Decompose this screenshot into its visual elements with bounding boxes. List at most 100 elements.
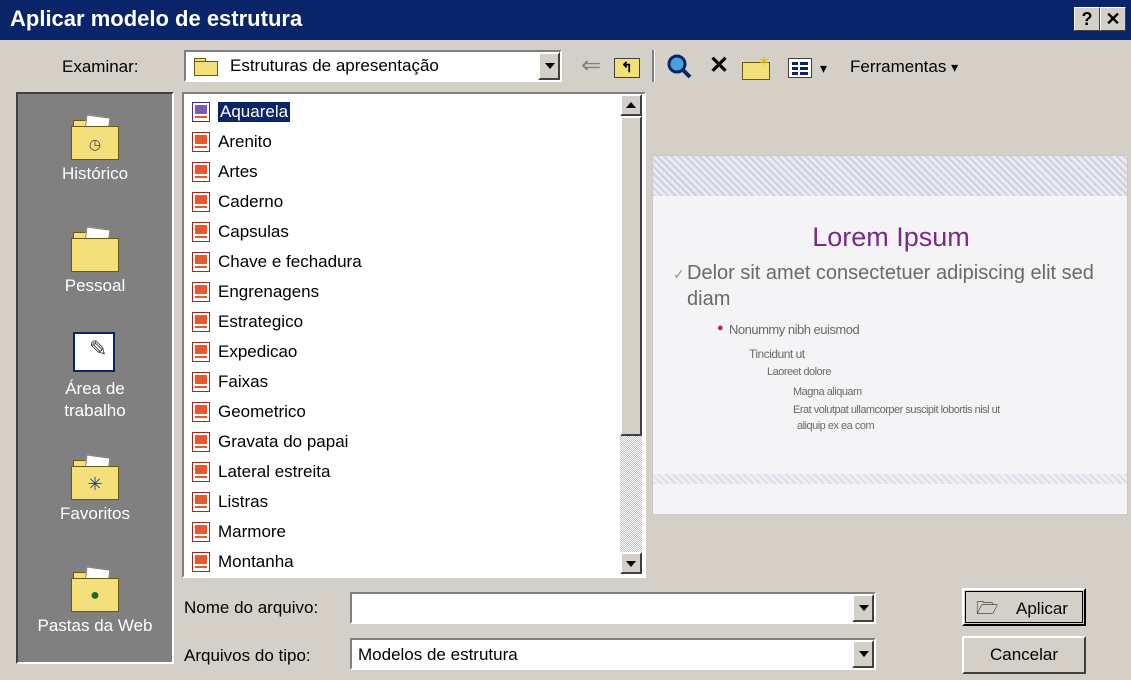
filename-input[interactable] <box>350 592 876 624</box>
file-name: Chave e fechadura <box>218 252 362 271</box>
presentation-template-icon <box>192 312 210 332</box>
filename-dropdown-button[interactable] <box>852 594 874 622</box>
delete-icon[interactable]: ✕ <box>704 52 734 80</box>
scroll-thumb[interactable] <box>620 116 642 436</box>
place-label: Pastas da Web <box>37 616 153 635</box>
place-label: Histórico <box>61 164 129 183</box>
presentation-template-icon <box>192 252 210 272</box>
presentation-template-icon <box>192 462 210 482</box>
file-name: Caderno <box>218 192 284 211</box>
list-item[interactable]: Montanha <box>192 548 294 576</box>
new-folder-icon[interactable]: ✶ <box>740 53 774 81</box>
list-item[interactable]: Expedicao <box>192 338 297 366</box>
folder-icon <box>194 58 218 76</box>
filetype-value: Modelos de estrutura <box>358 645 518 664</box>
presentation-template-icon <box>192 522 210 542</box>
presentation-template-icon <box>192 282 210 302</box>
preview-bottom-band <box>653 474 1127 484</box>
design-preview: Lorem Ipsum ✓ Delor sit amet consectetue… <box>652 155 1128 515</box>
file-name: Montanha <box>218 552 294 571</box>
web-folders-icon: ● <box>71 566 119 612</box>
list-item[interactable]: Estrategico <box>192 308 303 336</box>
places-bar: ◷ Histórico Pessoal ✎ Área de trabalho ✳… <box>16 92 174 664</box>
views-dropdown-arrow-icon[interactable]: ▾ <box>820 60 827 77</box>
scroll-down-button[interactable] <box>620 552 642 574</box>
place-label: Área de trabalho <box>64 379 126 420</box>
list-item[interactable]: Marmore <box>192 518 286 546</box>
look-in-label: Examinar: <box>62 57 139 76</box>
list-item[interactable]: Capsulas <box>192 218 289 246</box>
presentation-template-icon <box>192 192 210 212</box>
preview-level5b: Erat volutpat ullamcorper suscipit lobor… <box>793 404 1000 416</box>
list-item[interactable]: Artes <box>192 158 258 186</box>
list-item[interactable]: Listras <box>192 488 268 516</box>
list-item[interactable]: Engrenagens <box>192 278 319 306</box>
file-name: Lateral estreita <box>218 462 331 481</box>
file-name: Aquarela <box>218 102 291 122</box>
bullet-icon: ● <box>717 322 724 334</box>
help-button[interactable]: ? <box>1074 7 1100 31</box>
place-label: Pessoal <box>64 276 126 295</box>
preview-title: Lorem Ipsum <box>812 222 970 252</box>
bullet-icon: ✓ <box>673 266 685 282</box>
preview-level2: Nonummy nibh euismod <box>729 322 860 337</box>
place-label: Favoritos <box>60 504 130 523</box>
filetype-select[interactable]: Modelos de estrutura <box>350 638 876 670</box>
place-pessoal[interactable]: Pessoal <box>18 226 172 296</box>
file-name: Listras <box>218 492 269 511</box>
preview-top-band <box>653 156 1127 196</box>
search-web-icon[interactable] <box>664 52 694 87</box>
presentation-template-icon <box>192 132 210 152</box>
close-button[interactable]: ✕ <box>1100 7 1126 31</box>
look-in-dropdown[interactable]: Estruturas de apresentação <box>184 50 562 82</box>
preview-level4: Laoreet dolore <box>767 366 831 378</box>
scroll-up-button[interactable] <box>620 94 642 116</box>
file-name: Estrategico <box>218 312 304 331</box>
presentation-template-icon <box>192 402 210 422</box>
file-name: Artes <box>218 162 258 181</box>
file-list-scrollbar[interactable] <box>620 94 642 574</box>
up-folder-icon[interactable]: ↰ <box>612 56 640 78</box>
place-historico[interactable]: ◷ Histórico <box>18 114 172 184</box>
list-item[interactable]: Arenito <box>192 128 272 156</box>
preview-level5c: aliquip ex ea com <box>797 420 875 432</box>
tools-arrow-icon: ▾ <box>951 59 959 75</box>
filetype-dropdown-button[interactable] <box>852 640 874 668</box>
list-item[interactable]: Gravata do papai <box>192 428 348 456</box>
preview-level5a: Magna aliquam <box>793 386 862 398</box>
file-name: Expedicao <box>218 342 298 361</box>
list-item[interactable]: Geometrico <box>192 398 306 426</box>
file-name: Marmore <box>218 522 287 541</box>
desktop-icon: ✎ <box>71 332 119 374</box>
presentation-template-icon <box>192 102 210 122</box>
place-area-de-trabalho[interactable]: ✎ Área de trabalho <box>18 332 172 422</box>
list-item[interactable]: Faixas <box>192 368 268 396</box>
cancel-button[interactable]: Cancelar <box>962 636 1086 674</box>
list-item[interactable]: Caderno <box>192 188 283 216</box>
list-item[interactable]: Lateral estreita <box>192 458 330 486</box>
toolbar-separator <box>652 50 655 82</box>
apply-button[interactable]: 🗁 Aplicar <box>962 588 1086 626</box>
filename-label: Nome do arquivo: <box>184 598 319 617</box>
presentation-template-icon <box>192 492 210 512</box>
personal-folder-icon <box>71 226 119 272</box>
apply-label: Aplicar <box>1016 599 1068 618</box>
tools-menu[interactable]: Ferramentas ▾ <box>850 57 958 77</box>
place-favoritos[interactable]: ✳ Favoritos <box>18 454 172 524</box>
file-name: Geometrico <box>218 402 306 421</box>
presentation-template-icon <box>192 342 210 362</box>
favorites-folder-icon: ✳ <box>71 454 119 500</box>
views-icon[interactable] <box>788 58 812 78</box>
file-name: Arenito <box>218 132 272 151</box>
file-name: Faixas <box>218 372 269 391</box>
presentation-template-icon <box>192 552 210 572</box>
tools-label: Ferramentas <box>850 57 947 76</box>
list-item[interactable]: Chave e fechadura <box>192 248 362 276</box>
preview-level3: Tincidunt ut <box>749 347 805 361</box>
place-pastas-da-web[interactable]: ● Pastas da Web <box>18 566 172 636</box>
back-arrow-icon[interactable]: ⇐ <box>576 52 606 80</box>
presentation-template-icon <box>192 372 210 392</box>
look-in-dropdown-button[interactable] <box>538 52 560 80</box>
file-list[interactable]: Aquarela Arenito Artes Caderno Capsulas … <box>182 92 646 578</box>
list-item[interactable]: Aquarela <box>192 98 291 126</box>
